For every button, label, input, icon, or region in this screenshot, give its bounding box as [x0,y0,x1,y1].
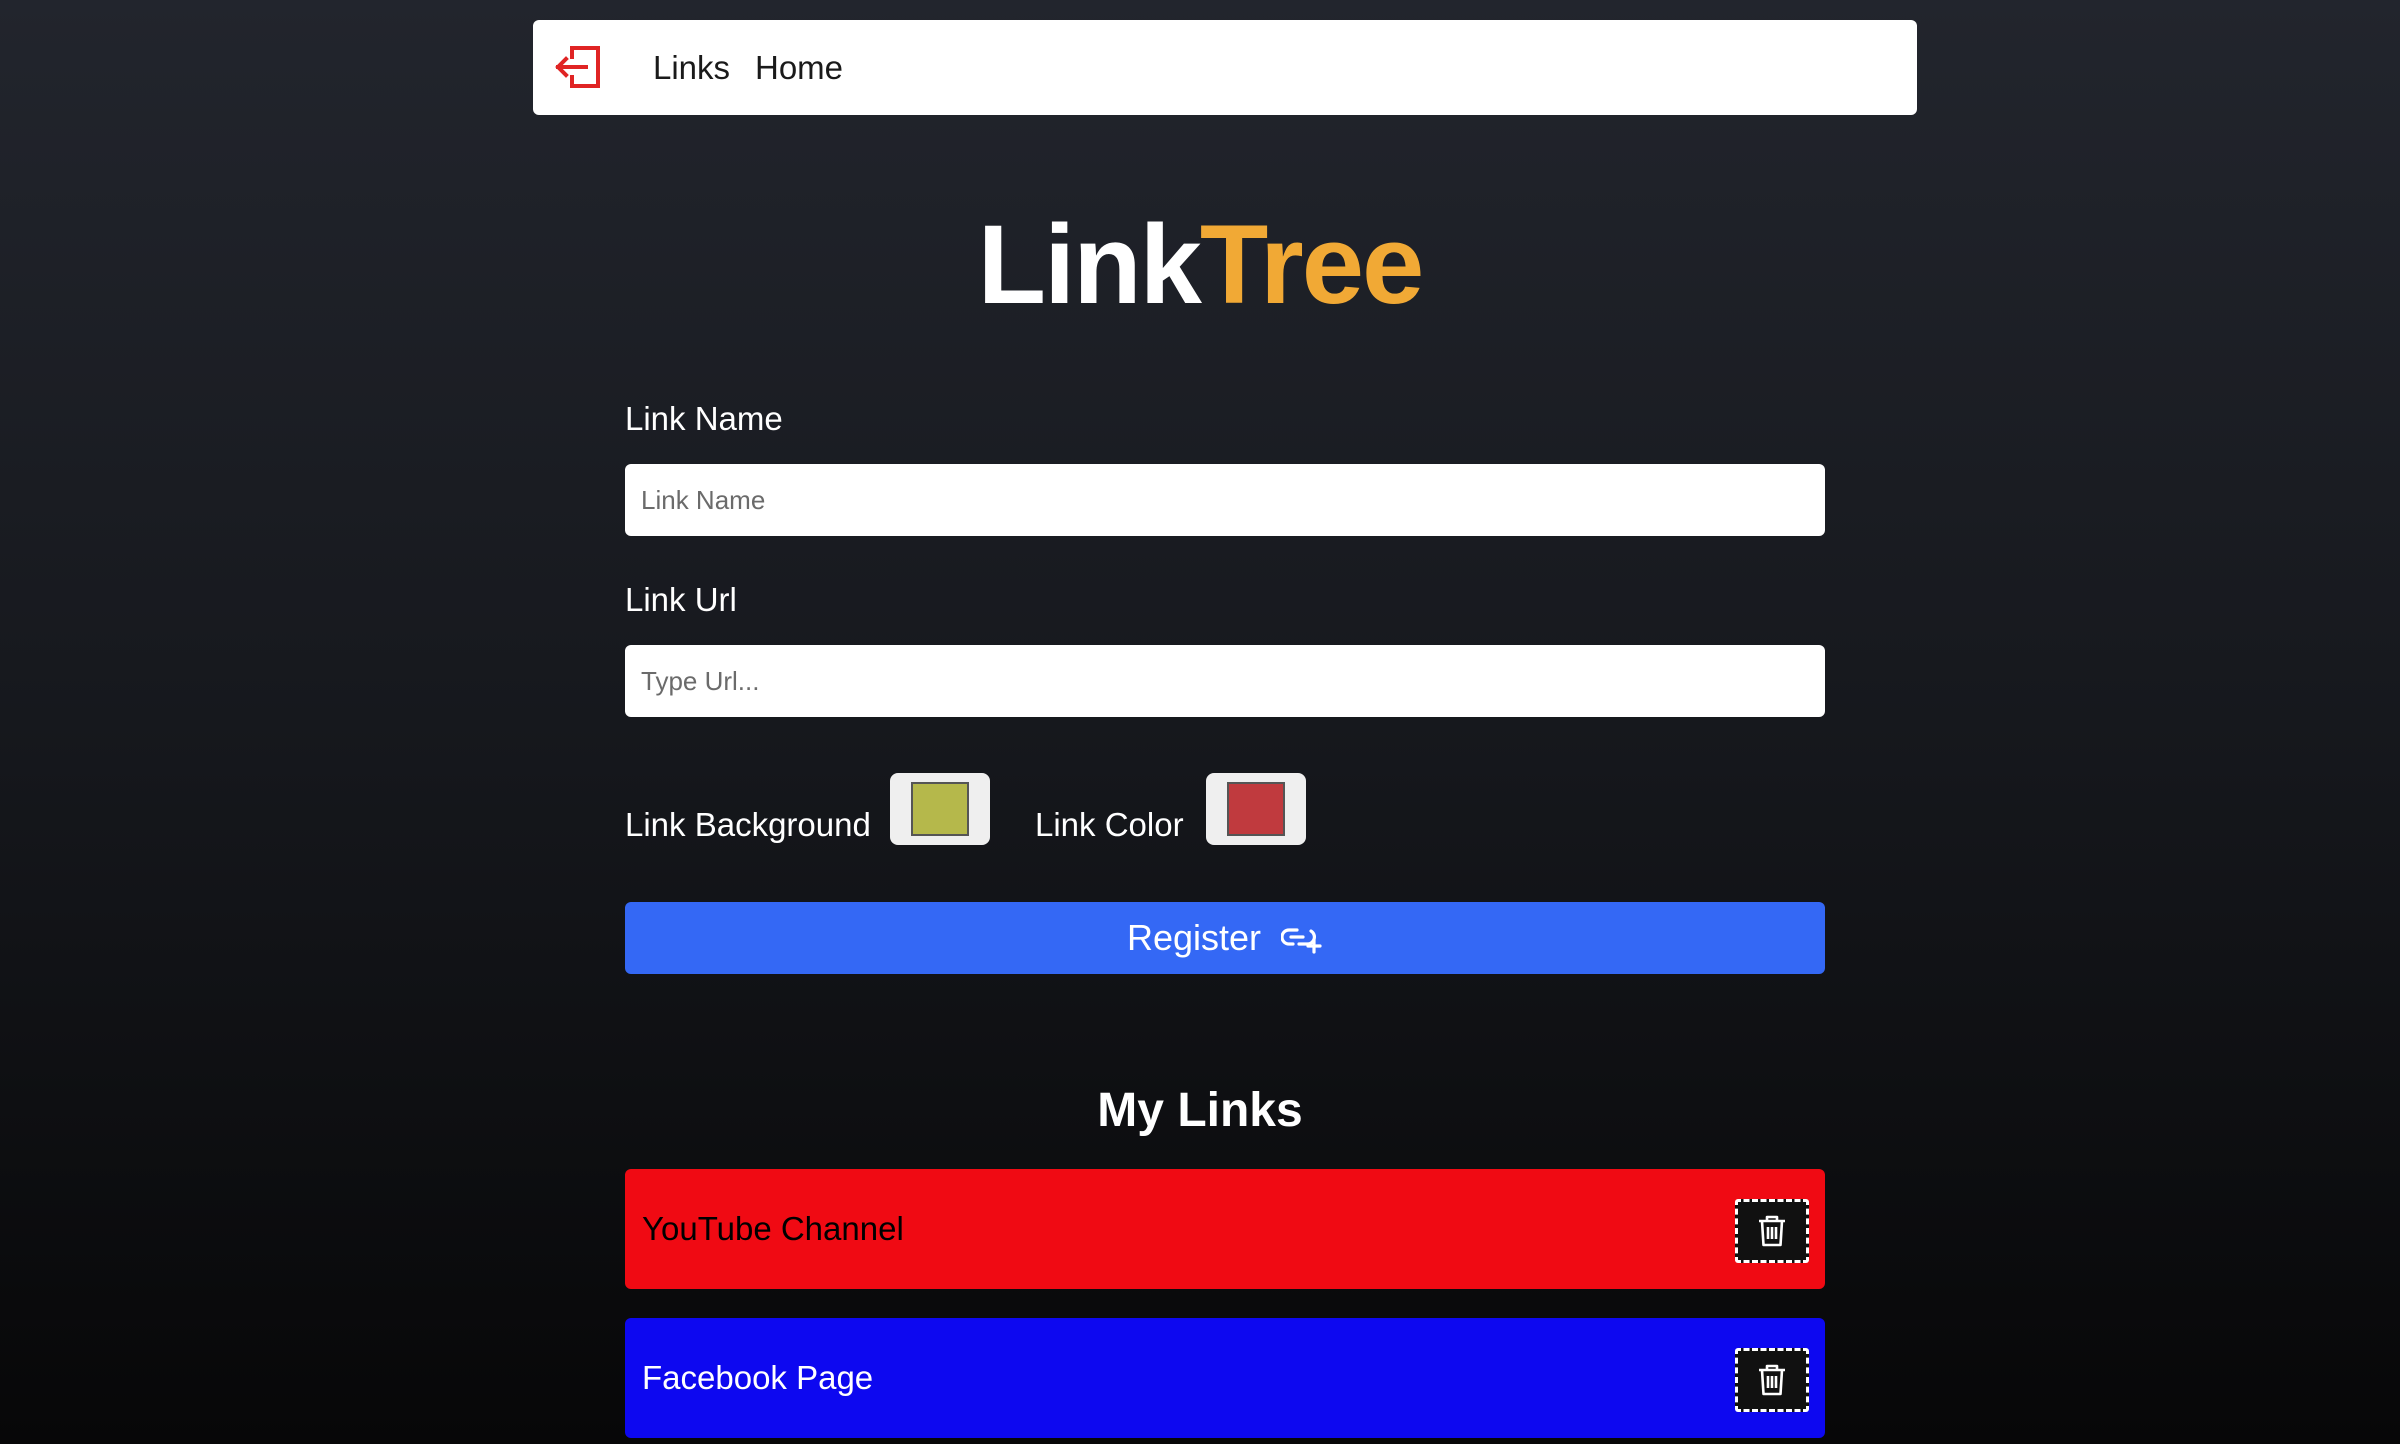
link-color-label: Link Color [1035,806,1184,843]
link-name-label: Link Name [625,400,783,437]
delete-button[interactable] [1735,1199,1809,1263]
nav-link-links[interactable]: Links [653,20,730,115]
link-item-name: Facebook Page [642,1359,874,1396]
logo-part-tree: Tree [1199,202,1424,327]
link-background-picker[interactable] [890,773,990,845]
register-label: Register [1126,917,1262,958]
logo-part-link: Link [977,202,1202,327]
link-add-icon [1281,922,1323,954]
logout-icon[interactable] [553,42,605,92]
navbar: Links Home [533,20,1917,115]
my-links-title: My Links [1097,1084,1303,1137]
link-background-swatch [911,782,969,836]
delete-button[interactable] [1735,1348,1809,1412]
link-name-input[interactable] [625,464,1825,536]
register-button[interactable]: Register [625,902,1825,974]
link-item[interactable]: Facebook Page [625,1318,1825,1438]
link-color-swatch [1227,782,1285,836]
link-background-label: Link Background [625,806,871,843]
link-color-picker[interactable] [1206,773,1306,845]
link-url-input[interactable] [625,645,1825,717]
trash-icon [1757,1214,1787,1248]
link-item[interactable]: YouTube Channel [625,1169,1825,1289]
link-url-label: Link Url [625,581,737,618]
link-item-name: YouTube Channel [642,1210,904,1247]
trash-icon [1757,1363,1787,1397]
nav-link-home[interactable]: Home [755,20,843,115]
page-title: LinkTree [0,200,2400,330]
